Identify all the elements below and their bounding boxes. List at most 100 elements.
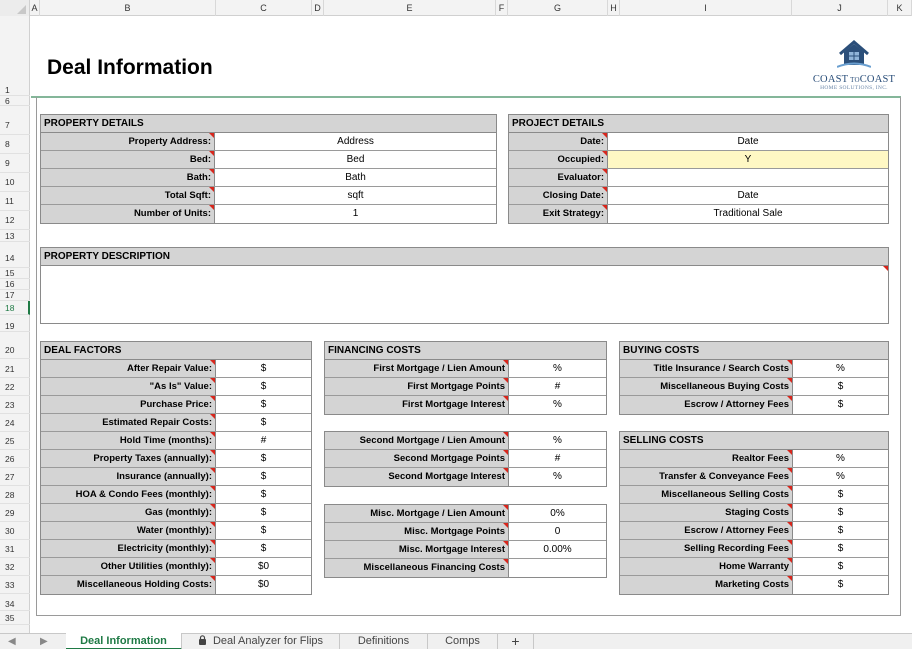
row-header[interactable]: 9 xyxy=(0,154,30,173)
column-header-b[interactable]: B xyxy=(40,0,216,16)
add-sheet-button[interactable]: + xyxy=(498,633,534,649)
estimated-repair-costs-cell[interactable]: $ xyxy=(216,414,311,431)
misc-mortgage-amount-cell[interactable]: 0% xyxy=(509,505,606,522)
first-mortgage-amount-cell[interactable]: % xyxy=(509,360,606,377)
misc-financing-costs-cell[interactable] xyxy=(509,559,606,577)
worksheet[interactable]: Deal Information COAST TOCOAST HOME SOLU… xyxy=(31,16,912,633)
column-header-i[interactable]: I xyxy=(620,0,792,16)
row-header[interactable]: 35 xyxy=(0,611,30,625)
purchase-price-cell[interactable]: $ xyxy=(216,396,311,413)
column-header-a[interactable]: A xyxy=(30,0,40,16)
misc-mortgage-interest-cell[interactable]: 0.00% xyxy=(509,541,606,558)
column-header-k[interactable]: K xyxy=(888,0,912,16)
row-header[interactable]: 19 xyxy=(0,320,30,332)
column-header-j[interactable]: J xyxy=(792,0,888,16)
row-header[interactable]: 29 xyxy=(0,504,30,522)
select-all-corner[interactable] xyxy=(0,0,30,16)
recording-fees-cell[interactable]: $ xyxy=(793,540,888,557)
row-header-active[interactable]: 18 xyxy=(0,301,30,315)
row-header[interactable]: 1 xyxy=(0,16,30,96)
row-header[interactable]: 33 xyxy=(0,576,30,594)
buying-escrow-fees-cell[interactable]: $ xyxy=(793,396,888,414)
selling-escrow-fees-cell[interactable]: $ xyxy=(793,522,888,539)
tab-definitions[interactable]: Definitions xyxy=(340,633,428,649)
misc-selling-costs-cell[interactable]: $ xyxy=(793,486,888,503)
row-header[interactable]: 25 xyxy=(0,432,30,450)
marketing-costs-cell[interactable]: $ xyxy=(793,576,888,594)
column-header-g[interactable]: G xyxy=(508,0,608,16)
water-cell[interactable]: $ xyxy=(216,522,311,539)
row-header[interactable]: 21 xyxy=(0,360,30,378)
row-header[interactable]: 6 xyxy=(0,97,30,106)
row-header[interactable]: 20 xyxy=(0,341,30,359)
row-header[interactable]: 28 xyxy=(0,486,30,504)
bed-cell[interactable]: Bed xyxy=(215,151,496,168)
exit-strategy-cell[interactable]: Traditional Sale xyxy=(608,205,888,223)
column-header-c[interactable]: C xyxy=(216,0,312,16)
number-of-units-cell[interactable]: 1 xyxy=(215,205,496,223)
as-is-value-cell[interactable]: $ xyxy=(216,378,311,395)
row-header[interactable]: 10 xyxy=(0,173,30,192)
row-header[interactable]: 15 xyxy=(0,268,30,279)
closing-date-cell[interactable]: Date xyxy=(608,187,888,204)
first-mortgage-interest-cell[interactable]: % xyxy=(509,396,606,414)
realtor-fees-cell[interactable]: % xyxy=(793,450,888,467)
column-header-d[interactable]: D xyxy=(312,0,324,16)
first-mortgage-points-cell[interactable]: # xyxy=(509,378,606,395)
misc-holding-costs-cell[interactable]: $0 xyxy=(216,576,311,594)
hold-time-cell[interactable]: # xyxy=(216,432,311,449)
bath-cell[interactable]: Bath xyxy=(215,169,496,186)
row-header[interactable]: 17 xyxy=(0,290,30,301)
row-header[interactable]: 12 xyxy=(0,211,30,230)
row-header[interactable]: 23 xyxy=(0,396,30,414)
table-row: Miscellaneous Financing Costs xyxy=(325,559,606,577)
row-header[interactable]: 22 xyxy=(0,378,30,396)
row-header[interactable]: 16 xyxy=(0,279,30,290)
home-warranty-cell[interactable]: $ xyxy=(793,558,888,575)
misc-buying-costs-cell[interactable]: $ xyxy=(793,378,888,395)
row-header[interactable]: 30 xyxy=(0,522,30,540)
column-header-e[interactable]: E xyxy=(324,0,496,16)
property-description-input[interactable] xyxy=(41,266,888,323)
tab-deal-analyzer-for-flips[interactable]: Deal Analyzer for Flips xyxy=(182,633,340,649)
row-header[interactable]: 32 xyxy=(0,558,30,576)
staging-costs-cell[interactable]: $ xyxy=(793,504,888,521)
row-header[interactable]: 27 xyxy=(0,468,30,486)
row-header[interactable]: 11 xyxy=(0,192,30,211)
field-label: Evaluator: xyxy=(509,169,608,186)
column-header-f[interactable]: F xyxy=(496,0,508,16)
property-taxes-cell[interactable]: $ xyxy=(216,450,311,467)
row-header[interactable]: 31 xyxy=(0,540,30,558)
insurance-cell[interactable]: $ xyxy=(216,468,311,485)
second-mortgage-interest-cell[interactable]: % xyxy=(509,468,606,486)
row-header[interactable]: 8 xyxy=(0,135,30,154)
second-mortgage-amount-cell[interactable]: % xyxy=(509,432,606,449)
total-sqft-cell[interactable]: sqft xyxy=(215,187,496,204)
prev-sheet-icon[interactable]: ◀ xyxy=(8,634,16,649)
property-address-cell[interactable]: Address xyxy=(215,133,496,150)
tab-deal-information[interactable]: Deal Information xyxy=(66,633,182,649)
column-header-h[interactable]: H xyxy=(608,0,620,16)
page-title: Deal Information xyxy=(47,56,213,79)
after-repair-value-cell[interactable]: $ xyxy=(216,360,311,377)
occupied-cell[interactable]: Y xyxy=(608,151,888,168)
row-header[interactable]: 24 xyxy=(0,414,30,432)
evaluator-cell[interactable] xyxy=(608,169,888,186)
other-utilities-cell[interactable]: $0 xyxy=(216,558,311,575)
hoa-condo-fees-cell[interactable]: $ xyxy=(216,486,311,503)
gas-cell[interactable]: $ xyxy=(216,504,311,521)
electricity-cell[interactable]: $ xyxy=(216,540,311,557)
date-cell[interactable]: Date xyxy=(608,133,888,150)
misc-mortgage-points-cell[interactable]: 0 xyxy=(509,523,606,540)
second-mortgage-points-cell[interactable]: # xyxy=(509,450,606,467)
row-header[interactable]: 14 xyxy=(0,249,30,268)
next-sheet-icon[interactable]: ▶ xyxy=(40,634,48,649)
row-header[interactable]: 13 xyxy=(0,230,30,242)
row-header[interactable]: 7 xyxy=(0,116,30,135)
row-header[interactable]: 34 xyxy=(0,597,30,611)
tab-comps[interactable]: Comps xyxy=(428,633,498,649)
project-details-table: PROJECT DETAILS Date: Date Occupied: Y E… xyxy=(508,114,889,224)
title-insurance-cell[interactable]: % xyxy=(793,360,888,377)
row-header[interactable]: 26 xyxy=(0,450,30,468)
transfer-fees-cell[interactable]: % xyxy=(793,468,888,485)
